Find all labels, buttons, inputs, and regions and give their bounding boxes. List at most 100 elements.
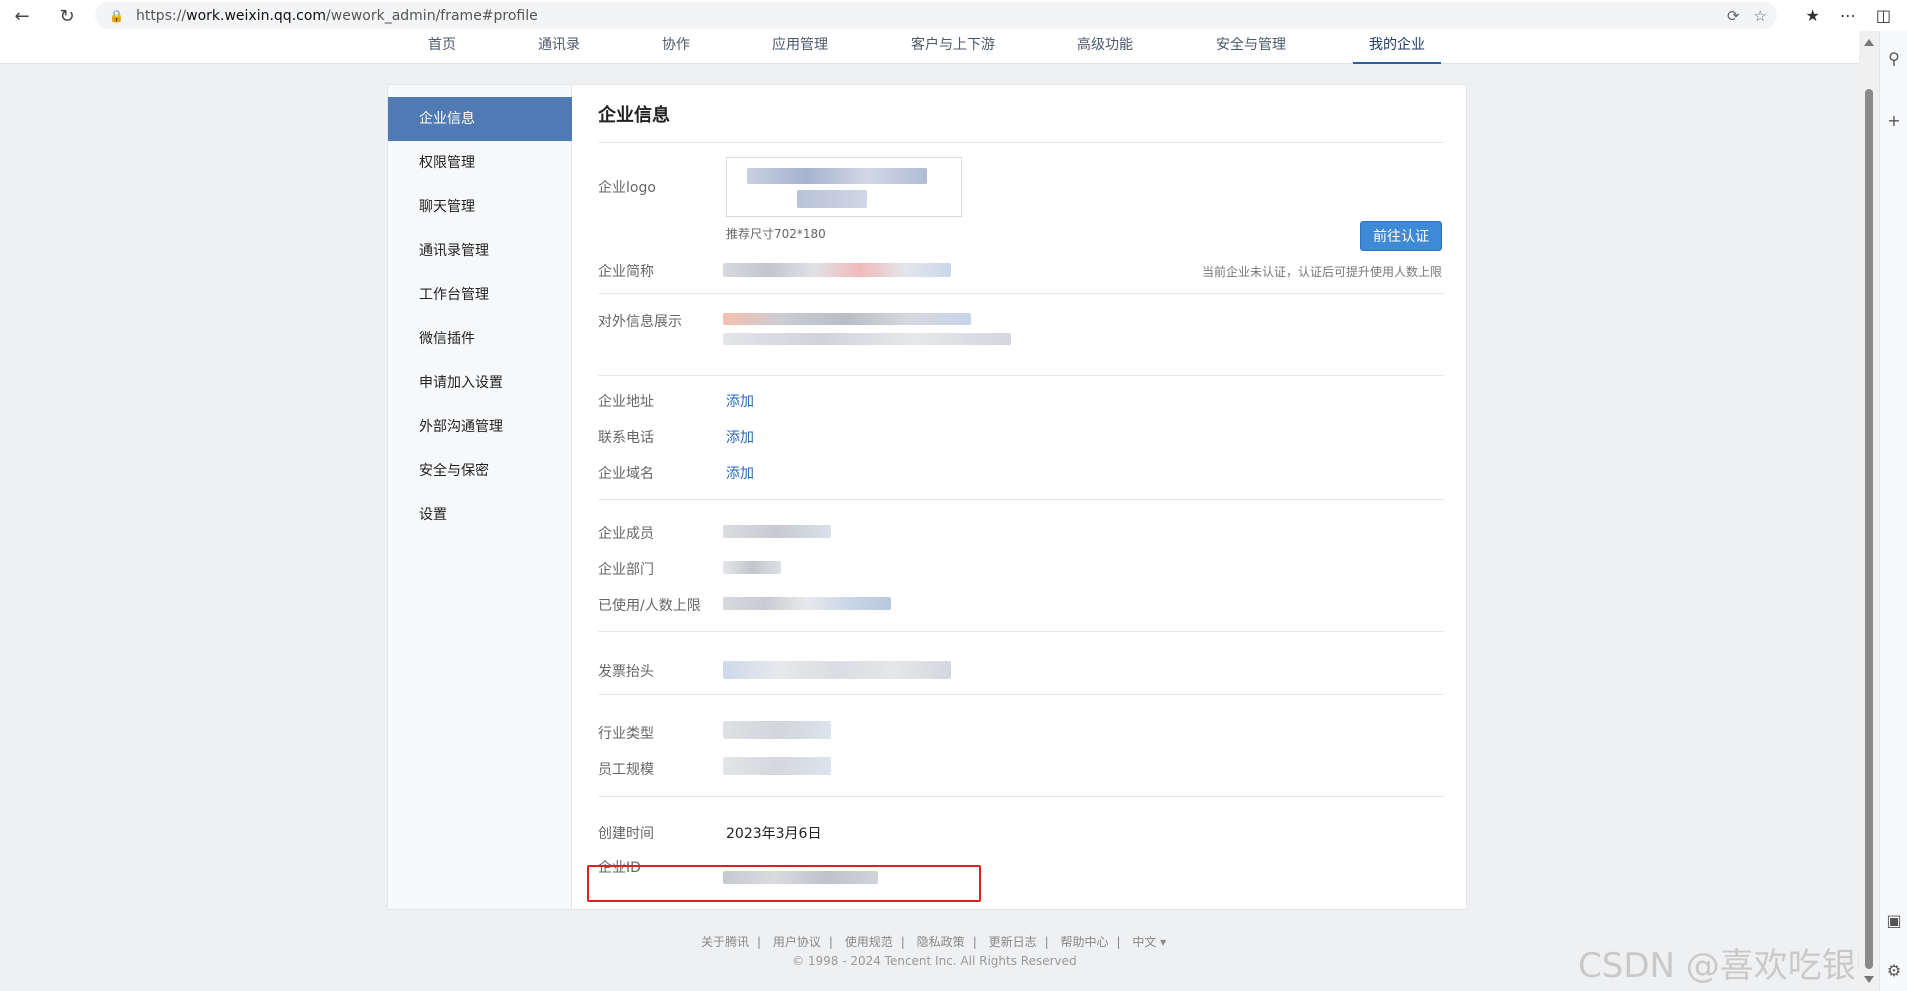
divider: [598, 293, 1444, 294]
add-icon[interactable]: +: [1884, 111, 1904, 131]
language-selector[interactable]: 中文 ▾: [1132, 935, 1166, 949]
industry-label: 行业类型: [598, 726, 654, 742]
page-scrollbar[interactable]: [1859, 31, 1879, 991]
blurred-logo-text: [797, 190, 867, 208]
created-value: 2023年3月6日: [726, 826, 822, 842]
sidebar-toggle-icon[interactable]: ◫: [1876, 6, 1891, 25]
footer-link-help[interactable]: 帮助中心: [1060, 935, 1108, 949]
add-domain-link[interactable]: 添加: [726, 463, 754, 483]
divider: [598, 796, 1444, 797]
company-logo[interactable]: [726, 157, 962, 217]
watermark: CSDN @喜欢吃银帅: [1578, 946, 1890, 986]
search-icon[interactable]: ⚲: [1884, 49, 1904, 69]
company-info-panel: 企业信息 企业logo 推荐尺寸702*180 前往认证 企业简称 当前企业未认…: [598, 85, 1444, 909]
top-navigation: 首页 通讯录 协作 应用管理 客户与上下游 高级功能 安全与管理 我的企业: [0, 31, 1859, 64]
address-label: 企业地址: [598, 394, 654, 410]
browser-side-panel: ⚲ + ▣ ⚙: [1879, 31, 1907, 991]
lock-icon: 🔒: [109, 8, 124, 23]
nav-collaboration[interactable]: 协作: [662, 34, 690, 64]
more-options-icon[interactable]: ⋯: [1840, 6, 1856, 25]
footer-separator: |: [1044, 935, 1049, 949]
footer-links: 关于腾讯 | 用户协议 | 使用规范 | 隐私政策 | 更新日志 | 帮助中心 | 中文 ▾: [697, 933, 1166, 950]
settings-gear-icon[interactable]: ⚙: [1884, 961, 1904, 981]
footer-link-about[interactable]: 关于腾讯: [701, 935, 749, 949]
footer-link-changelog[interactable]: 更新日志: [989, 935, 1037, 949]
divider: [598, 499, 1444, 500]
nav-security[interactable]: 安全与管理: [1216, 34, 1286, 64]
screenshot-icon[interactable]: ▣: [1884, 911, 1904, 931]
staff-size-label: 员工规模: [598, 762, 654, 778]
footer-separator: |: [757, 935, 762, 949]
blurred-logo: [747, 168, 927, 184]
verify-button[interactable]: 前往认证: [1360, 221, 1442, 251]
url-prefix: https://: [135, 7, 187, 24]
sidebar-item-wechat-plugin[interactable]: 微信插件: [388, 317, 572, 361]
sidebar-item-workbench[interactable]: 工作台管理: [388, 273, 572, 317]
short-name-label: 企业简称: [598, 264, 654, 280]
sidebar-item-chat[interactable]: 聊天管理: [388, 185, 572, 229]
nav-app-management[interactable]: 应用管理: [772, 34, 828, 64]
sidebar-item-permissions[interactable]: 权限管理: [388, 141, 572, 185]
address-bar[interactable]: 🔒 https:// work.weixin.qq.com /wework_ad…: [95, 2, 1777, 29]
nav-home[interactable]: 首页: [428, 34, 456, 64]
nav-customers[interactable]: 客户与上下游: [911, 34, 995, 64]
scroll-up-arrow-icon[interactable]: [1864, 39, 1874, 46]
sidebar-item-company-info[interactable]: 企业信息: [388, 97, 572, 141]
sidebar-item-contacts[interactable]: 通讯录管理: [388, 229, 572, 273]
blurred-usage: [723, 597, 891, 610]
footer-separator: |: [1116, 935, 1121, 949]
footer-link-agreement[interactable]: 用户协议: [773, 935, 821, 949]
logo-size-hint: 推荐尺寸702*180: [726, 227, 826, 241]
blurred-members: [723, 525, 831, 538]
members-label: 企业成员: [598, 526, 654, 542]
blurred-invoice: [723, 661, 951, 679]
departments-label: 企业部门: [598, 562, 654, 578]
external-info-label: 对外信息展示: [598, 314, 682, 330]
refresh-icon[interactable]: ↻: [53, 2, 81, 30]
nav-my-company[interactable]: 我的企业: [1353, 34, 1441, 64]
blurred-industry: [723, 721, 831, 739]
sidebar-item-join-settings[interactable]: 申请加入设置: [388, 361, 572, 405]
usage-label: 已使用/人数上限: [598, 598, 701, 614]
sidebar-item-settings[interactable]: 设置: [388, 493, 572, 537]
corp-id-highlight-box: [587, 865, 981, 902]
logo-label: 企业logo: [598, 180, 656, 196]
sidebar-item-external[interactable]: 外部沟通管理: [388, 405, 572, 449]
nav-contacts[interactable]: 通讯录: [538, 34, 580, 64]
translate-icon[interactable]: ⟳: [1727, 7, 1740, 25]
divider: [598, 375, 1444, 376]
scroll-down-arrow-icon[interactable]: [1864, 976, 1874, 983]
scroll-thumb[interactable]: [1865, 89, 1873, 969]
phone-label: 联系电话: [598, 430, 654, 446]
browser-toolbar: ← ↻ 🔒 https:// work.weixin.qq.com /wewor…: [0, 0, 1907, 31]
invoice-label: 发票抬头: [598, 664, 654, 680]
domain-label: 企业域名: [598, 466, 654, 482]
favorites-icon[interactable]: ★: [1806, 6, 1820, 25]
blurred-short-name: [723, 263, 951, 277]
divider: [598, 631, 1444, 632]
verify-note: 当前企业未认证，认证后可提升使用人数上限: [1201, 265, 1442, 279]
sidebar-item-security[interactable]: 安全与保密: [388, 449, 572, 493]
page-title: 企业信息: [598, 105, 670, 126]
add-phone-link[interactable]: 添加: [726, 427, 754, 447]
favorite-star-icon[interactable]: ☆: [1754, 7, 1767, 25]
copyright: © 1998 - 2024 Tencent Inc. All Rights Re…: [792, 954, 1077, 968]
url-path: /wework_admin/frame#profile: [326, 7, 538, 24]
blurred-departments: [723, 561, 781, 574]
divider: [598, 694, 1444, 695]
nav-advanced[interactable]: 高级功能: [1077, 34, 1133, 64]
add-address-link[interactable]: 添加: [726, 391, 754, 411]
url-host: work.weixin.qq.com: [186, 7, 327, 24]
footer-link-rules[interactable]: 使用规范: [845, 935, 893, 949]
blurred-external-info: [723, 313, 971, 325]
main-card: 企业信息 权限管理 聊天管理 通讯录管理 工作台管理 微信插件 申请加入设置 外…: [387, 84, 1467, 910]
created-label: 创建时间: [598, 826, 654, 842]
footer-separator: |: [972, 935, 977, 949]
footer-separator: |: [900, 935, 905, 949]
divider: [598, 142, 1444, 143]
back-icon[interactable]: ←: [8, 2, 36, 30]
footer-link-privacy[interactable]: 隐私政策: [917, 935, 965, 949]
blurred-staff-size: [723, 757, 831, 775]
settings-sidebar: 企业信息 权限管理 聊天管理 通讯录管理 工作台管理 微信插件 申请加入设置 外…: [388, 85, 572, 909]
footer-separator: |: [828, 935, 833, 949]
